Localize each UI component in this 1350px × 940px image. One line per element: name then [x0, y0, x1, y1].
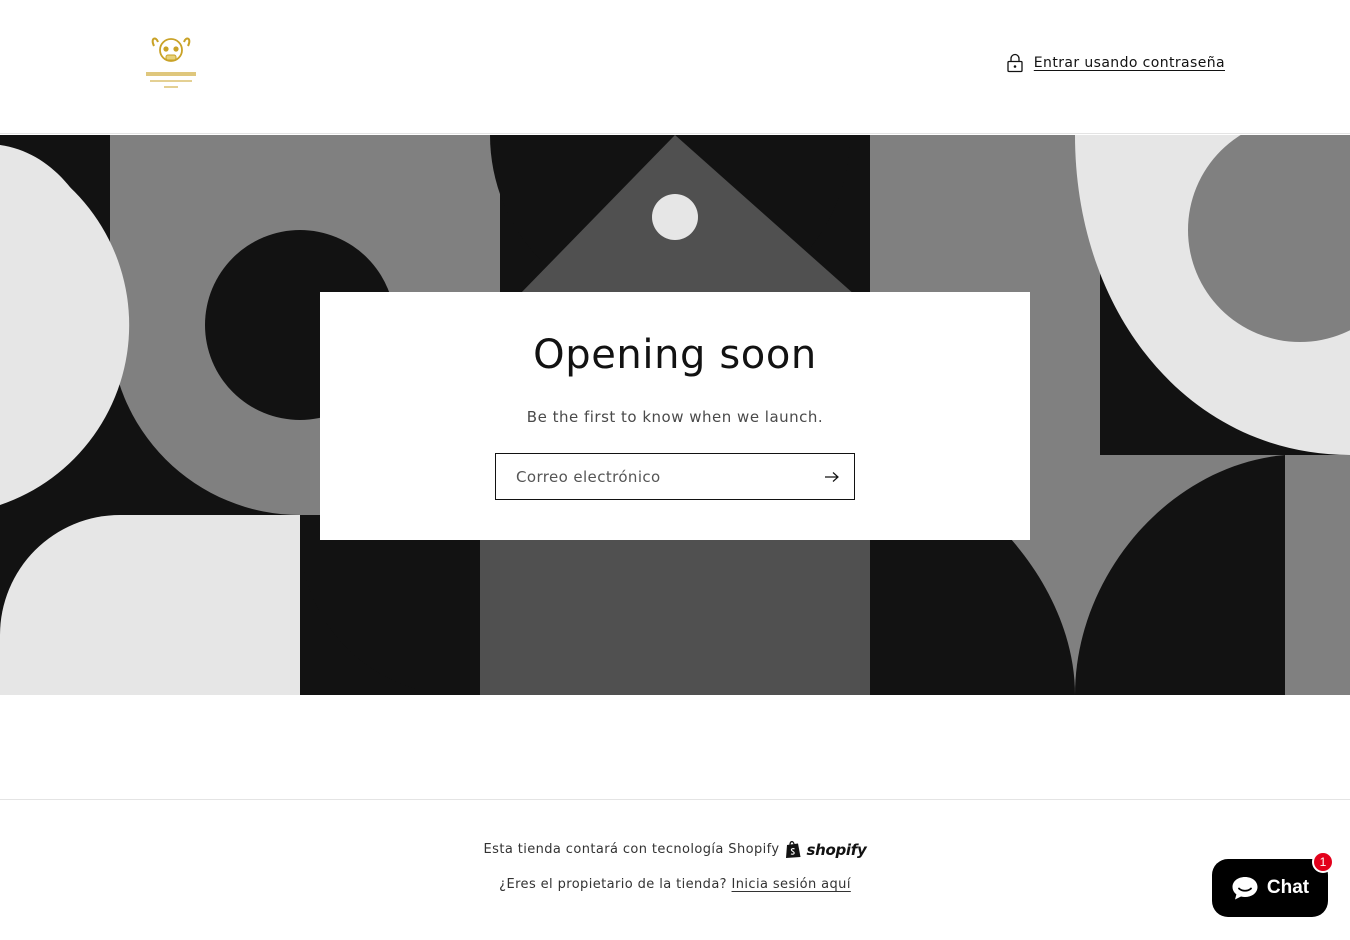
chat-launcher-button[interactable]: Chat	[1212, 859, 1328, 917]
brand-logo-icon[interactable]	[140, 32, 202, 94]
page-title: Opening soon	[533, 332, 817, 378]
owner-login-link[interactable]: Inicia sesión aquí	[732, 877, 851, 892]
chat-bubble-icon	[1232, 877, 1258, 900]
page-subtitle: Be the first to know when we launch.	[526, 408, 824, 426]
powered-by-text: Esta tienda contará con tecnología Shopi…	[483, 842, 780, 857]
arrow-right-icon	[825, 471, 839, 482]
owner-question: ¿Eres el propietario de la tienda?	[499, 877, 727, 892]
shopify-wordmark: shopify	[806, 840, 867, 859]
powered-by: Esta tienda contará con tecnología Shopi…	[0, 840, 1350, 859]
chat-unread-badge: 1	[1312, 851, 1334, 873]
site-header: Entrar usando contraseña	[0, 0, 1350, 134]
email-form	[495, 453, 855, 500]
newsletter-card: Opening soon Be the first to know when w…	[320, 292, 1030, 540]
shopify-logo-link[interactable]: shopify	[785, 840, 867, 859]
lock-icon	[1007, 53, 1023, 73]
footer-divider	[0, 799, 1350, 800]
login-with-password-link[interactable]: Entrar usando contraseña	[1006, 53, 1225, 73]
owner-login-line: ¿Eres el propietario de la tienda? Inici…	[0, 877, 1350, 892]
shopify-bag-icon	[786, 841, 801, 858]
login-link-label[interactable]: Entrar usando contraseña	[1034, 55, 1225, 71]
email-input[interactable]	[496, 454, 810, 499]
chat-label: Chat	[1266, 877, 1310, 898]
subscribe-submit-button[interactable]	[810, 454, 854, 499]
